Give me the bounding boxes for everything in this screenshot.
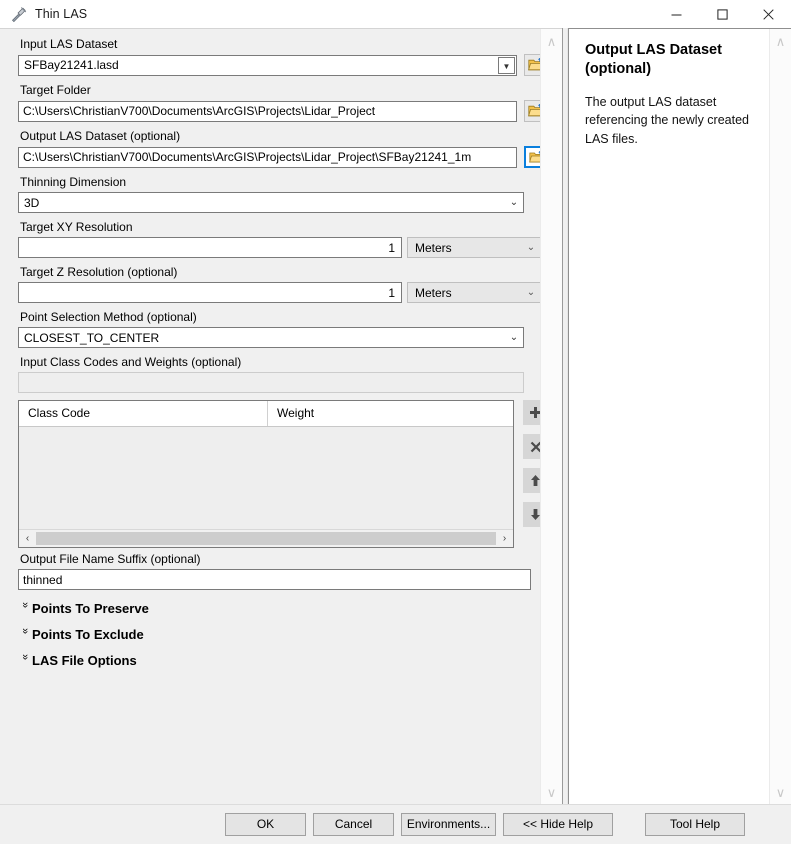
- section-label: Points To Preserve: [32, 601, 149, 616]
- chevron-expand-icon: »: [19, 602, 31, 609]
- table-body-empty[interactable]: [19, 427, 513, 529]
- environments-button[interactable]: Environments...: [401, 813, 496, 836]
- help-title: Output LAS Dataset (optional): [585, 42, 722, 78]
- column-header-class-code[interactable]: Class Code: [19, 401, 268, 426]
- chevron-expand-icon: »: [19, 654, 31, 661]
- hammer-tool-icon: [9, 5, 27, 23]
- target-xy-resolution-row: Meters ⌄: [18, 237, 548, 258]
- table-header-row: Class Code Weight: [19, 401, 513, 427]
- point-selection-method-combo[interactable]: CLOSEST_TO_CENTER ⌄: [18, 327, 524, 348]
- section-label: LAS File Options: [32, 653, 137, 668]
- help-body: The output LAS dataset referencing the n…: [585, 95, 749, 146]
- chevron-down-icon[interactable]: ▼: [498, 56, 515, 74]
- output-file-suffix-row: [18, 569, 548, 590]
- target-z-resolution-unit-value: Meters: [415, 285, 452, 300]
- target-xy-resolution-label: Target XY Resolution: [20, 220, 133, 234]
- output-file-suffix-label: Output File Name Suffix (optional): [20, 552, 201, 566]
- input-class-codes-label: Input Class Codes and Weights (optional): [20, 355, 242, 369]
- chevron-down-icon[interactable]: ⌄: [505, 332, 523, 343]
- thinning-dimension-value: 3D: [24, 195, 40, 210]
- section-points-to-preserve[interactable]: » Points To Preserve: [18, 601, 548, 616]
- title-bar: Thin LAS: [0, 0, 791, 28]
- hide-help-button[interactable]: << Hide Help: [503, 813, 613, 836]
- target-xy-resolution-unit-value: Meters: [415, 240, 452, 255]
- output-las-dataset-input[interactable]: [18, 146, 517, 168]
- input-las-dataset-label: Input LAS Dataset: [20, 37, 118, 51]
- output-las-dataset-row: [18, 146, 548, 168]
- section-label: Points To Exclude: [32, 627, 144, 642]
- scroll-thumb[interactable]: [36, 532, 496, 545]
- input-class-codes-input[interactable]: [18, 372, 524, 393]
- close-button[interactable]: [745, 0, 791, 28]
- point-selection-method-value: CLOSEST_TO_CENTER: [24, 330, 160, 345]
- output-file-suffix-input[interactable]: [18, 569, 531, 590]
- parameters-pane-scrollbar[interactable]: ∧ ∨: [540, 29, 562, 805]
- column-header-weight[interactable]: Weight: [268, 401, 513, 426]
- parameters-form: Input LAS Dataset SFBay21241.lasd ▼ Targ…: [0, 29, 562, 668]
- input-las-dataset-value: SFBay21241.lasd: [24, 58, 119, 72]
- scroll-down-icon[interactable]: ∨: [547, 786, 557, 799]
- scroll-up-icon[interactable]: ∧: [547, 35, 557, 48]
- target-xy-resolution-input[interactable]: [18, 237, 402, 258]
- dialog-footer: OK Cancel Environments... << Hide Help T…: [0, 804, 791, 844]
- tool-help-button[interactable]: Tool Help: [645, 813, 745, 836]
- thinning-dimension-row: 3D ⌄: [18, 192, 548, 213]
- help-pane: Output LAS Dataset (optional) The output…: [568, 28, 791, 805]
- section-las-file-options[interactable]: » LAS File Options: [18, 653, 548, 668]
- target-z-resolution-input[interactable]: [18, 282, 402, 303]
- scroll-right-icon[interactable]: ›: [496, 530, 513, 547]
- target-z-resolution-label: Target Z Resolution (optional): [20, 265, 178, 279]
- table-horizontal-scrollbar[interactable]: ‹ ›: [19, 529, 513, 547]
- thinning-dimension-combo[interactable]: 3D ⌄: [18, 192, 524, 213]
- section-points-to-exclude[interactable]: » Points To Exclude: [18, 627, 548, 642]
- dialog-content: Input LAS Dataset SFBay21241.lasd ▼ Targ…: [0, 28, 791, 805]
- footer-main-buttons: OK Cancel Environments... << Hide Help: [225, 813, 620, 836]
- input-class-codes-row: [18, 372, 548, 393]
- minimize-button[interactable]: [653, 0, 699, 28]
- target-folder-row: [18, 100, 548, 122]
- thinning-dimension-label: Thinning Dimension: [20, 175, 127, 189]
- scroll-down-icon[interactable]: ∨: [776, 786, 786, 799]
- target-folder-label: Target Folder: [20, 83, 91, 97]
- chevron-down-icon[interactable]: ⌄: [505, 197, 523, 208]
- class-codes-table: Class Code Weight ‹ ›: [18, 400, 514, 548]
- target-z-resolution-row: Meters ⌄: [18, 282, 548, 303]
- output-las-dataset-label: Output LAS Dataset (optional): [20, 129, 181, 143]
- parameters-pane: Input LAS Dataset SFBay21241.lasd ▼ Targ…: [0, 28, 562, 805]
- input-las-dataset-combo[interactable]: SFBay21241.lasd ▼: [18, 54, 517, 76]
- point-selection-method-row: CLOSEST_TO_CENTER ⌄: [18, 327, 548, 348]
- ok-button[interactable]: OK: [225, 813, 306, 836]
- target-xy-resolution-unit-combo[interactable]: Meters ⌄: [407, 237, 542, 258]
- footer-right-buttons: Tool Help: [645, 813, 752, 836]
- target-folder-input[interactable]: [18, 100, 517, 122]
- scroll-up-icon[interactable]: ∧: [776, 35, 786, 48]
- target-z-resolution-unit-combo[interactable]: Meters ⌄: [407, 282, 542, 303]
- class-codes-table-block: Class Code Weight ‹ ›: [18, 400, 548, 548]
- window-controls: [653, 0, 791, 28]
- chevron-expand-icon: »: [19, 628, 31, 635]
- chevron-down-icon[interactable]: ⌄: [521, 287, 541, 298]
- help-pane-scrollbar[interactable]: ∧ ∨: [769, 29, 791, 805]
- point-selection-method-label: Point Selection Method (optional): [20, 310, 197, 324]
- window-title: Thin LAS: [35, 7, 88, 21]
- chevron-down-icon[interactable]: ⌄: [521, 242, 541, 253]
- help-content: Output LAS Dataset (optional) The output…: [569, 29, 791, 148]
- cancel-button[interactable]: Cancel: [313, 813, 394, 836]
- input-las-dataset-row: SFBay21241.lasd ▼: [18, 54, 548, 76]
- scroll-left-icon[interactable]: ‹: [19, 530, 36, 547]
- maximize-button[interactable]: [699, 0, 745, 28]
